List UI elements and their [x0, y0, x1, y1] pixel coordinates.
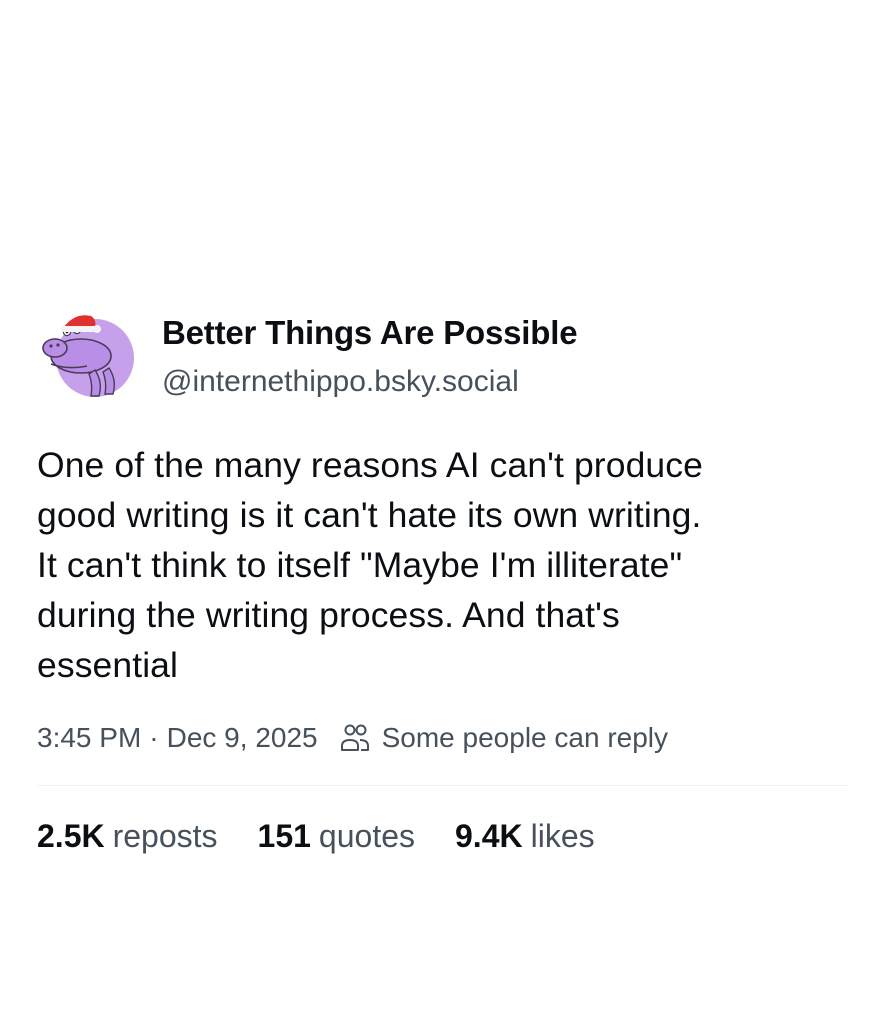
post-text: One of the many reasons AI can't produce… — [37, 440, 857, 690]
post-text-line: It can't think to itself "Maybe I'm illi… — [37, 545, 683, 585]
reply-setting[interactable]: Some people can reply — [382, 722, 668, 754]
author-display-name[interactable]: Better Things Are Possible — [162, 314, 578, 352]
author-handle[interactable]: @internethippo.bsky.social — [162, 365, 519, 399]
likes-stat[interactable]: 9.4K likes — [455, 818, 595, 855]
post-thread-view: Better Things Are Possible @internethipp… — [0, 0, 882, 1024]
post-text-line: essential — [37, 645, 179, 685]
avatar[interactable] — [37, 308, 135, 400]
meta-separator: · — [149, 722, 159, 753]
post-text-line: during the writing process. And that's — [37, 595, 620, 635]
post-text-line: One of the many reasons AI can't produce — [37, 445, 703, 485]
purple-hippo-santa-hat-icon — [42, 315, 134, 397]
post-text-line: good writing is it can't hate its own wr… — [37, 495, 702, 535]
likes-label: likes — [530, 818, 595, 854]
post-date: Dec 9, 2025 — [166, 722, 318, 753]
engagement-stats: 2.5K reposts 151 quotes 9.4K likes — [37, 818, 635, 855]
post-time: 3:45 PM — [37, 722, 142, 753]
likes-count: 9.4K — [455, 818, 523, 854]
quotes-count: 151 — [257, 818, 311, 854]
post-meta: 3:45 PM · Dec 9, 2025 Some people can re… — [37, 718, 668, 758]
reposts-count: 2.5K — [37, 818, 105, 854]
divider — [37, 785, 847, 786]
quotes-stat[interactable]: 151 quotes — [258, 818, 415, 855]
quotes-label: quotes — [318, 818, 415, 854]
reposts-label: reposts — [112, 818, 218, 854]
reposts-stat[interactable]: 2.5K reposts — [37, 818, 218, 855]
people-icon — [338, 721, 372, 755]
